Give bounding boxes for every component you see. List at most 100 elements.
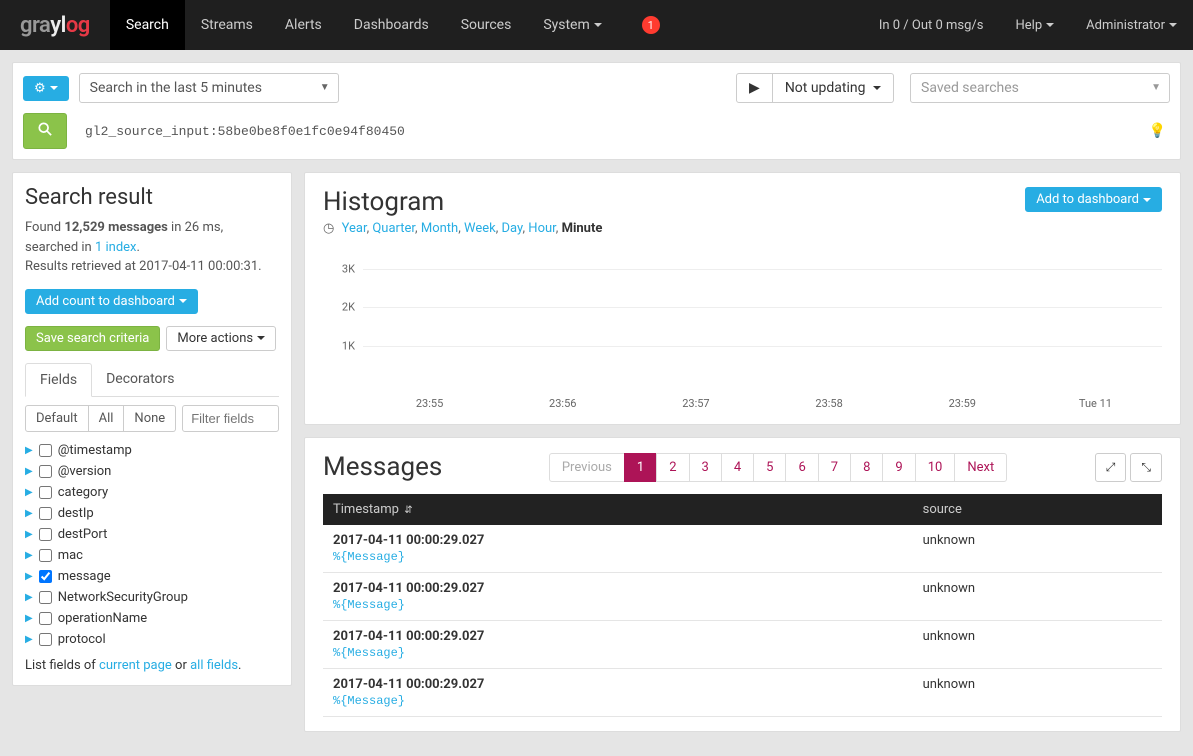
interval-day[interactable]: Day (502, 221, 523, 236)
expand-field-icon[interactable]: ▶ (25, 550, 33, 561)
update-label: Not updating (785, 80, 866, 96)
page-7[interactable]: 7 (818, 453, 851, 482)
field-checkbox[interactable] (39, 507, 52, 520)
nav-dashboards[interactable]: Dashboards (338, 0, 445, 50)
query-input[interactable] (77, 116, 1135, 147)
filter-none-button[interactable]: None (124, 405, 176, 432)
message-row[interactable]: 2017-04-11 00:00:29.027 %{Message} unkno… (323, 525, 1162, 573)
add-count-button[interactable]: Add count to dashboard (25, 289, 198, 314)
page-4[interactable]: 4 (721, 453, 754, 482)
footer-text: List (25, 658, 46, 673)
nav-streams[interactable]: Streams (185, 0, 269, 50)
field-checkbox[interactable] (39, 570, 52, 583)
page-9[interactable]: 9 (882, 453, 915, 482)
field-name: mac (58, 548, 83, 563)
expand-controls: ⤢ ⤡ (1095, 453, 1162, 482)
nav-admin[interactable]: Administrator (1070, 18, 1193, 33)
query-help-icon[interactable]: 💡 (1145, 123, 1170, 139)
collapse-button[interactable]: ⤡ (1130, 453, 1162, 482)
time-range-select[interactable]: Search in the last 5 minutes (79, 73, 339, 103)
expand-field-icon[interactable]: ▶ (25, 571, 33, 582)
filter-all-button[interactable]: All (89, 405, 125, 432)
current-page-link[interactable]: current page (99, 658, 172, 673)
field-checkbox[interactable] (39, 549, 52, 562)
logo[interactable]: graylog (20, 13, 90, 38)
page-prev[interactable]: Previous (549, 453, 625, 482)
search-meta: Found 12,529 messages in 26 ms, searched… (25, 218, 279, 277)
time-range-label: Search in the last 5 minutes (79, 73, 339, 103)
message-row[interactable]: 2017-04-11 00:00:29.027 %{Message} unkno… (323, 621, 1162, 669)
field-checkbox[interactable] (39, 444, 52, 457)
expand-field-icon[interactable]: ▶ (25, 445, 33, 456)
expand-field-icon[interactable]: ▶ (25, 487, 33, 498)
more-actions-button[interactable]: More actions (166, 326, 276, 351)
gear-icon: ⚙ (34, 81, 46, 96)
footer-text: fields of (46, 658, 99, 673)
search-row-controls: ⚙ Search in the last 5 minutes ▶ Not upd… (23, 73, 1170, 103)
x-label: 23:56 (496, 397, 629, 410)
filter-default-button[interactable]: Default (25, 405, 89, 432)
field-checkbox[interactable] (39, 465, 52, 478)
histogram-chart[interactable]: 1K2K3K 23:5523:5623:5723:5823:59Tue 11 (323, 250, 1162, 410)
play-button[interactable]: ▶ (736, 73, 773, 103)
expand-field-icon[interactable]: ▶ (25, 529, 33, 540)
nav-sources[interactable]: Sources (445, 0, 528, 50)
tab-fields[interactable]: Fields (25, 363, 92, 397)
expand-field-icon[interactable]: ▶ (25, 613, 33, 624)
field-checkbox[interactable] (39, 591, 52, 604)
field-checkbox[interactable] (39, 612, 52, 625)
msg-detail: %{Message} (333, 550, 903, 564)
time-config-button[interactable]: ⚙ (23, 76, 69, 101)
expand-field-icon[interactable]: ▶ (25, 592, 33, 603)
interval-month[interactable]: Month (421, 221, 458, 236)
col-timestamp[interactable]: Timestamp ⇵ (323, 494, 913, 525)
nav-admin-label: Administrator (1086, 18, 1165, 33)
interval-year[interactable]: Year (342, 221, 367, 236)
field-list[interactable]: ▶ @timestamp▶ @version▶ category▶ destIp… (25, 440, 279, 650)
interval-hour[interactable]: Hour (528, 221, 555, 236)
caret-icon (1169, 23, 1177, 27)
all-fields-link[interactable]: all fields (190, 658, 238, 673)
nav-alerts[interactable]: Alerts (269, 0, 338, 50)
messages-header: Messages Previous12345678910Next ⤢ ⤡ (323, 452, 1162, 482)
field-checkbox[interactable] (39, 486, 52, 499)
nav-system[interactable]: System (527, 0, 617, 50)
page-10[interactable]: 10 (915, 453, 956, 482)
message-row[interactable]: 2017-04-11 00:00:29.027 %{Message} unkno… (323, 669, 1162, 717)
update-mode-button[interactable]: Not updating (773, 73, 894, 103)
nav-notifications[interactable]: 1 (618, 0, 676, 50)
interval-quarter[interactable]: Quarter (372, 221, 415, 236)
saved-searches-select[interactable]: Saved searches (910, 73, 1170, 103)
message-row[interactable]: 2017-04-11 00:00:29.027 %{Message} unkno… (323, 573, 1162, 621)
page-next[interactable]: Next (954, 453, 1007, 482)
page-8[interactable]: 8 (850, 453, 883, 482)
interval-week[interactable]: Week (464, 221, 496, 236)
index-link[interactable]: 1 index (95, 240, 137, 255)
field-checkbox[interactable] (39, 528, 52, 541)
expand-field-icon[interactable]: ▶ (25, 466, 33, 477)
nav-search[interactable]: Search (110, 0, 185, 50)
add-to-dashboard-button[interactable]: Add to dashboard (1025, 187, 1162, 212)
field-checkbox[interactable] (39, 633, 52, 646)
nav-help[interactable]: Help (1000, 18, 1071, 33)
footer-text: . (238, 658, 241, 673)
col-source[interactable]: source (913, 494, 1162, 525)
page-1[interactable]: 1 (624, 453, 657, 482)
tab-decorators[interactable]: Decorators (92, 363, 188, 396)
page-2[interactable]: 2 (656, 453, 689, 482)
msg-timestamp: 2017-04-11 00:00:29.027 (333, 533, 903, 548)
search-button[interactable] (23, 113, 67, 149)
interval-minute[interactable]: Minute (562, 221, 603, 236)
page-6[interactable]: 6 (785, 453, 818, 482)
expand-field-icon[interactable]: ▶ (25, 634, 33, 645)
save-criteria-button[interactable]: Save search criteria (25, 326, 160, 351)
btn-label: Add to dashboard (1036, 192, 1139, 207)
filter-fields-input[interactable] (182, 405, 279, 432)
expand-field-icon[interactable]: ▶ (25, 508, 33, 519)
field-item: ▶ message (25, 566, 279, 587)
grid-line (363, 269, 1162, 270)
page-3[interactable]: 3 (689, 453, 722, 482)
page-5[interactable]: 5 (753, 453, 786, 482)
expand-button[interactable]: ⤢ (1095, 453, 1127, 482)
messages-table: Timestamp ⇵ source 2017-04-11 00:00:29.0… (323, 494, 1162, 717)
